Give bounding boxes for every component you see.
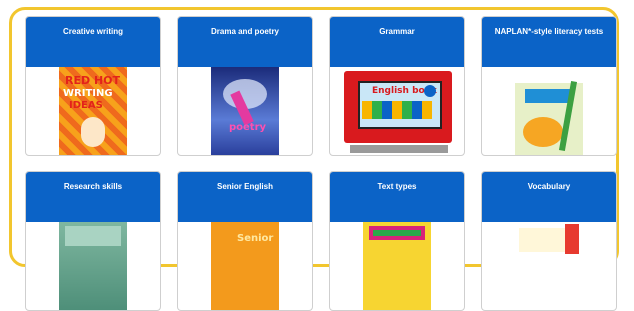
card-title: Senior English (178, 172, 312, 222)
book-cover-image: RED HOT WRITING IDEAS (59, 67, 127, 155)
card-naplan-literacy-tests[interactable]: NAPLAN*-style literacy tests (481, 16, 617, 156)
card-drama-and-poetry[interactable]: Drama and poetry poetry (177, 16, 313, 156)
card-title: Grammar (330, 17, 464, 67)
book-cover-image (515, 67, 583, 155)
card-text-types[interactable]: Text types (329, 171, 465, 311)
card-research-skills[interactable]: Research skills (25, 171, 161, 311)
card-vocabulary[interactable]: Vocabulary (481, 171, 617, 311)
book-cover-image: poetry (211, 67, 279, 155)
card-title: Text types (330, 172, 464, 222)
card-grammar[interactable]: Grammar English book (329, 16, 465, 156)
card-title: Vocabulary (482, 172, 616, 222)
card-creative-writing[interactable]: Creative writing RED HOT WRITING IDEAS (25, 16, 161, 156)
book-cover-image: Senior (211, 222, 279, 310)
book-cover-image (515, 222, 583, 310)
card-title: Drama and poetry (178, 17, 312, 67)
book-cover-image (363, 222, 431, 310)
book-cover-image (59, 222, 127, 310)
card-title: Creative writing (26, 17, 160, 67)
card-title: NAPLAN*-style literacy tests (482, 17, 616, 67)
card-senior-english[interactable]: Senior English Senior (177, 171, 313, 311)
card-title: Research skills (26, 172, 160, 222)
book-cover-image: English book (342, 67, 454, 155)
